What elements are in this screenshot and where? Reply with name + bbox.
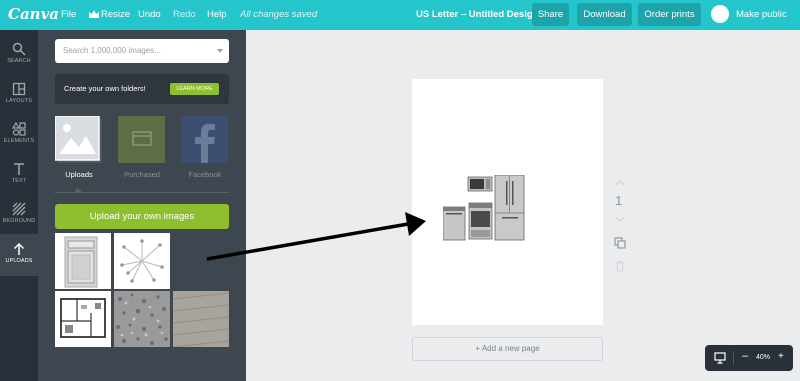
sidebar-item-label: BKGROUND [2, 218, 36, 224]
sidebar-item-layouts[interactable]: LAYOUTS [0, 74, 38, 114]
folders-promo: Create your own folders! LEARN MORE [55, 74, 229, 104]
make-public-toggle[interactable] [711, 5, 729, 23]
sidebar-item-label: SEARCH [7, 58, 31, 64]
sidebar-item-label: UPLOADS [5, 258, 33, 264]
text-icon [14, 163, 24, 175]
canva-logo[interactable]: Canva [8, 5, 59, 23]
uploads-tab-icon [55, 116, 102, 163]
zoom-in-button[interactable]: + [778, 351, 784, 362]
zoom-level: 40% [756, 354, 771, 361]
sidebar-item-label: ELEMENTS [3, 138, 35, 144]
upload-thumb-wood-floor[interactable] [173, 291, 229, 347]
tab-label: Facebook [188, 170, 222, 179]
active-tab-indicator [74, 188, 82, 192]
tab-label: Purchased [124, 170, 160, 179]
background-icon [12, 202, 26, 216]
image-search-input[interactable]: Search 1,000,000 images... [55, 39, 229, 63]
redo-button[interactable]: Redo [173, 9, 196, 20]
delete-page-icon[interactable] [614, 260, 626, 272]
top-bar: Canva File Resize Undo Redo Help All cha… [0, 0, 800, 30]
upload-images-button[interactable]: Upload your own images [55, 204, 229, 229]
save-status: All changes saved [240, 9, 318, 20]
learn-more-button[interactable]: LEARN MORE [170, 83, 219, 95]
search-icon [12, 42, 26, 56]
purchased-tab-icon [118, 116, 165, 163]
sidebar-item-text[interactable]: TEXT [0, 154, 38, 194]
crown-icon [89, 10, 99, 18]
search-placeholder: Search 1,000,000 images... [63, 46, 161, 55]
document-title[interactable]: US Letter – Untitled Design [416, 9, 538, 20]
zoom-controls: – 40% + [705, 345, 793, 371]
sidebar-item-label: LAYOUTS [6, 98, 32, 104]
file-menu[interactable]: File [61, 9, 76, 20]
sidebar-item-background[interactable]: BKGROUND [0, 194, 38, 234]
resize-menu[interactable]: Resize [89, 9, 130, 20]
tab-label: Uploads [65, 170, 93, 179]
sidebar-item-uploads[interactable]: UPLOADS [0, 234, 38, 276]
chevron-up-icon[interactable] [615, 179, 625, 187]
layouts-icon [12, 82, 26, 96]
uploads-panel: Search 1,000,000 images... Create your o… [38, 30, 246, 381]
present-icon[interactable] [714, 352, 726, 364]
uploads-icon [13, 242, 25, 255]
sidebar-item-search[interactable]: SEARCH [0, 34, 38, 74]
appliances-image[interactable] [443, 175, 525, 241]
sidebar-item-elements[interactable]: ELEMENTS [0, 114, 38, 154]
upload-thumb-floorplan[interactable] [55, 291, 111, 347]
undo-button[interactable]: Undo [138, 9, 161, 20]
help-menu[interactable]: Help [207, 9, 227, 20]
upload-thumb-chandelier[interactable] [114, 233, 170, 289]
page-number: 1 [615, 193, 623, 208]
design-page[interactable] [412, 79, 603, 325]
add-page-button[interactable]: + Add a new page [412, 337, 603, 361]
upload-thumb-granite[interactable] [114, 291, 170, 347]
elements-icon [12, 122, 26, 136]
tab-divider [55, 192, 229, 193]
make-public-label[interactable]: Make public [736, 9, 787, 20]
duplicate-page-icon[interactable] [614, 237, 626, 249]
order-prints-button[interactable]: Order prints [638, 3, 701, 26]
download-button[interactable]: Download [577, 3, 632, 26]
chevron-down-icon[interactable] [615, 215, 625, 223]
chevron-down-icon[interactable] [217, 49, 223, 53]
facebook-icon [181, 116, 228, 163]
zoom-divider [733, 351, 734, 365]
share-button[interactable]: Share [532, 3, 569, 26]
sidebar-item-label: TEXT [11, 178, 27, 184]
upload-thumb-cabinet[interactable] [55, 233, 111, 289]
zoom-out-button[interactable]: – [742, 350, 748, 362]
promo-text: Create your own folders! [64, 84, 146, 93]
resize-label: Resize [101, 9, 131, 20]
sidebar-rail: SEARCH LAYOUTS ELEMENTS TEXT BKGROUND UP… [0, 30, 38, 381]
